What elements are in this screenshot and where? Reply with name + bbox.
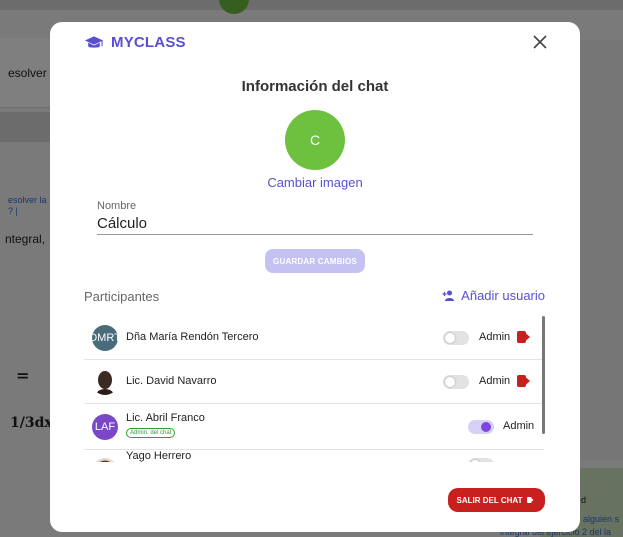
chat-admin-badge: Admin. del chat	[126, 428, 176, 438]
save-changes-button[interactable]: GUARDAR CAMBIOS	[265, 249, 365, 273]
add-user-icon	[442, 290, 455, 301]
participant-name: Lic. Abril Franco	[126, 412, 205, 424]
admin-toggle[interactable]	[468, 420, 494, 434]
exit-icon	[527, 497, 534, 503]
leave-chat-label: SALIR DEL CHAT	[456, 495, 523, 505]
chat-avatar-initial: C	[309, 132, 321, 148]
avatar: LAF	[92, 414, 118, 440]
participants-scrollbar[interactable]	[542, 316, 545, 434]
change-image-link[interactable]: Cambiar imagen	[50, 175, 580, 190]
participant-name: Lic. David Navarro	[126, 375, 217, 387]
avatar-initials: DMRT	[92, 332, 118, 344]
brand-name: MYCLASS	[111, 34, 186, 51]
person-photo-icon	[96, 371, 114, 395]
admin-label: Admin	[479, 331, 511, 343]
close-icon	[533, 35, 547, 49]
close-button[interactable]	[530, 32, 550, 52]
avatar: DMRT	[92, 325, 118, 351]
admin-label: Admin	[479, 375, 511, 387]
chat-avatar: C	[285, 110, 345, 170]
person-photo-icon	[100, 460, 110, 462]
leave-chat-button[interactable]: SALIR DEL CHAT	[448, 488, 545, 512]
avatar-initials: LAF	[94, 421, 116, 433]
modal-title: Información del chat	[241, 78, 389, 95]
participant-name: Yago Herrero	[126, 450, 192, 462]
add-user-button[interactable]: Añadir usuario	[442, 288, 545, 303]
participant-name: Dña María Rendón Tercero	[126, 331, 259, 343]
remove-user-icon[interactable]	[517, 330, 535, 344]
avatar	[92, 458, 118, 462]
participant-row: Yago Herrero	[84, 450, 544, 462]
add-user-label: Añadir usuario	[461, 288, 545, 303]
chat-info-modal: MYCLASS Información del chat C Cambiar i…	[50, 22, 580, 532]
admin-toggle[interactable]	[443, 375, 469, 389]
participant-row: Lic. David Navarro Admin	[84, 360, 544, 404]
brand: MYCLASS	[84, 34, 186, 51]
participant-row: LAF Lic. Abril Franco Admin. del chat Ad…	[84, 404, 544, 450]
remove-user-icon[interactable]	[517, 374, 535, 388]
participants-title: Participantes	[84, 289, 160, 304]
graduation-cap-icon	[84, 35, 104, 48]
admin-toggle[interactable]	[443, 331, 469, 345]
name-field[interactable]	[97, 213, 533, 235]
avatar	[92, 369, 118, 395]
participants-list[interactable]: DMRT Dña María Rendón Tercero Admin Lic.…	[84, 316, 546, 462]
name-field-label: Nombre	[97, 200, 137, 212]
participant-row: DMRT Dña María Rendón Tercero Admin	[84, 316, 544, 360]
admin-toggle[interactable]	[468, 458, 494, 462]
admin-label: Admin	[503, 420, 535, 432]
